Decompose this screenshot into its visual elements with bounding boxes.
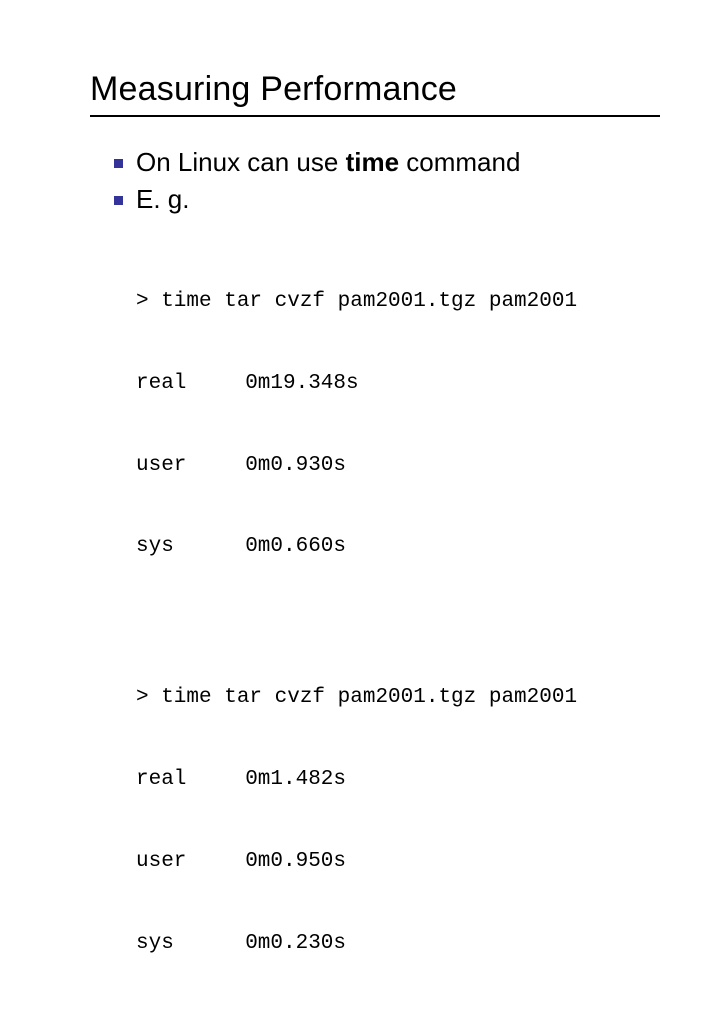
run2-sys-label: sys	[136, 930, 245, 957]
run1-user-label: user	[136, 452, 245, 479]
run2-user-value: 0m0.950s	[245, 850, 346, 873]
title-underline	[90, 115, 660, 117]
slide: Measuring Performance On Linux can use t…	[0, 0, 720, 540]
run1-sys-label: sys	[136, 533, 245, 560]
run2-real-value: 0m1.482s	[245, 768, 346, 791]
run1-real: real0m19.348s	[136, 370, 660, 397]
bullet-1-bold: time	[346, 147, 399, 177]
run1-cmd: > time tar cvzf pam2001.tgz pam2001	[136, 288, 660, 315]
bullet-1-post: command	[399, 147, 520, 177]
bullet-2: E. g.	[114, 182, 660, 217]
run2-real-label: real	[136, 766, 245, 793]
bullet-1: On Linux can use time command	[114, 145, 660, 180]
run1-user-value: 0m0.930s	[245, 454, 346, 477]
run2-user-label: user	[136, 848, 245, 875]
bullet-1-pre: On Linux can use	[136, 147, 346, 177]
run1-real-label: real	[136, 370, 245, 397]
title-text: Measuring Performance	[90, 70, 457, 108]
slide-title: Measuring Performance	[90, 70, 660, 117]
run2-cmd: > time tar cvzf pam2001.tgz pam2001	[136, 684, 660, 711]
run1-sys: sys0m0.660s	[136, 533, 660, 560]
run1-sys-value: 0m0.660s	[245, 535, 346, 558]
run2-real: real0m1.482s	[136, 766, 660, 793]
run2-sys-value: 0m0.230s	[245, 932, 346, 955]
bullet-2-text: E. g.	[136, 184, 189, 214]
bullet-list: On Linux can use time command E. g.	[114, 145, 660, 217]
run2-user: user0m0.950s	[136, 848, 660, 875]
run2-sys: sys0m0.230s	[136, 930, 660, 957]
code-block-1: > time tar cvzf pam2001.tgz pam2001 real…	[136, 233, 660, 615]
run1-real-value: 0m19.348s	[245, 372, 358, 395]
code-block-2: > time tar cvzf pam2001.tgz pam2001 real…	[136, 629, 660, 1011]
run1-user: user0m0.930s	[136, 452, 660, 479]
